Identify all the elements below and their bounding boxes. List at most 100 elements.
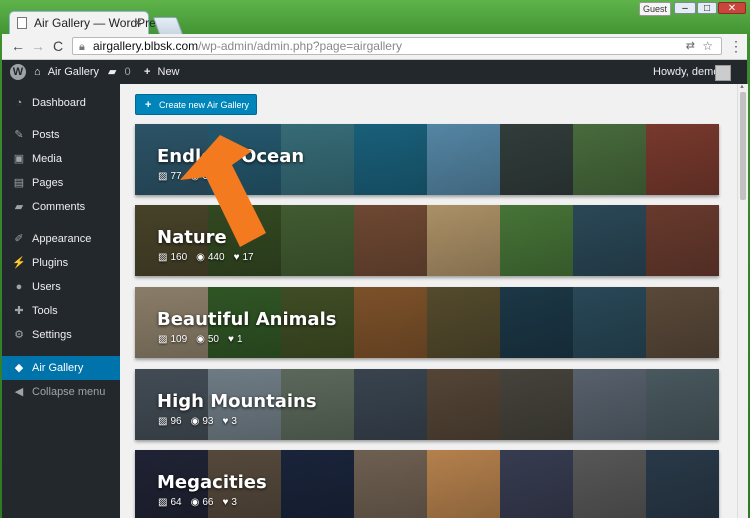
tab-close-icon[interactable]: × [134,15,142,30]
create-gallery-button[interactable]: + Create new Air Gallery [135,94,257,115]
new-tab-button[interactable] [152,17,184,35]
stat-likes-count: 1 [236,334,243,345]
wp-admin-sidebar: ◔ Dashboard ✎ Posts ▣ Media ▤ Pages ▰ Comments ✐ Ap… [2,84,126,518]
sidebar-item-label: Settings [32,329,72,341]
stat-likes-count: 3 [231,416,237,427]
eye-icon: ◉ [196,334,205,345]
account-greeting[interactable]: Howdy, demo [653,60,719,84]
comment-bubble-icon: ▰ [108,66,117,78]
browser-window: Air Gallery — WordPress × Guest – □ ✕ ← … [0,0,750,518]
sidebar-item-comments[interactable]: ▰ Comments [2,195,120,219]
sidebar-item-tools[interactable]: ✚ Tools [2,299,120,323]
sidebar-item-settings[interactable]: ⚙ Settings [2,323,120,347]
new-label: New [157,66,180,78]
address-bar[interactable]: 🔒︎ airgallery.blbsk.com/wp-admin/admin.p… [72,37,722,55]
gallery-card[interactable]: Beautiful Animals ▨ 109 ◉ 50 ♥ 1 [135,287,719,358]
maximize-icon[interactable]: □ [697,2,717,14]
pages-icon: ▤ [13,177,25,189]
site-name: Air Gallery [47,66,100,78]
stat-images-count: 160 [170,252,188,263]
stat-likes-count: 3 [231,497,237,508]
gallery-card[interactable]: Megacities ▨ 64 ◉ 66 ♥ 3 [135,450,719,518]
stat-views-count: 440 [207,252,225,263]
profile-guest-badge[interactable]: Guest [639,2,671,16]
plus-icon: + [145,99,152,111]
tab-title: Air Gallery — WordPress [34,16,168,30]
wordpress-logo-icon[interactable]: W [10,64,26,80]
stat-likes-count: 17 [242,252,254,263]
sidebar-item-collapse-menu[interactable]: ◀ Collapse menu [2,380,120,404]
sidebar-item-posts[interactable]: ✎ Posts [2,123,120,147]
plus-icon: + [144,66,151,78]
sidebar-item-label: Air Gallery [32,362,84,374]
scroll-up-arrow-icon[interactable]: ▲ [739,84,745,90]
heart-icon: ♥ [222,497,229,508]
gallery-stats: ▨ 160 ◉ 440 ♥ 17 [158,252,263,263]
settings-icon: ⚙ [14,329,24,341]
pin-icon: ✎ [14,129,24,141]
gallery-stats: ▨ 64 ◉ 66 ♥ 3 [158,497,246,508]
lock-icon: 🔒︎ [79,41,85,53]
site-name-link[interactable]: ⌂ Air Gallery [34,60,99,84]
browser-toolbar: ← → C 🔒︎ airgallery.blbsk.com/wp-admin/a… [2,34,747,60]
plug-icon: ⚡ [12,257,26,269]
close-window-icon[interactable]: ✕ [718,2,746,14]
sidebar-item-label: Appearance [32,233,92,245]
gallery-title: Beautiful Animals [157,309,337,330]
media-icon: ▣ [13,153,25,165]
new-content-link[interactable]: + New [144,60,180,84]
dashboard-icon: ◔ [15,97,23,109]
url-host: airgallery.blbsk.com [93,39,199,53]
stat-views-count: 66 [202,497,214,508]
image-icon: ▨ [158,334,168,345]
sidebar-item-air-gallery[interactable]: ◆ Air Gallery [2,356,126,380]
sidebar-item-pages[interactable]: ▤ Pages [2,171,120,195]
sidebar-item-label: Comments [32,201,86,213]
sidebar-item-appearance[interactable]: ✐ Appearance [2,227,120,251]
reload-icon[interactable]: C [50,38,66,54]
sidebar-item-media[interactable]: ▣ Media [2,147,120,171]
sidebar-item-label: Tools [32,305,58,317]
comments-link[interactable]: ▰ 0 [108,60,131,84]
url-path: /wp-admin/admin.php?page=airgallery [198,39,402,53]
comments-count: 0 [124,66,131,78]
annotation-arrow [180,135,266,247]
sidebar-item-label: Plugins [32,257,69,269]
page-scrollbar[interactable]: ▲ [737,84,748,518]
stat-images-count: 109 [170,334,188,345]
collapse-icon: ◀ [14,386,24,398]
heart-icon: ♥ [228,334,234,345]
sidebar-item-users[interactable]: ● Users [2,275,120,299]
url-text: airgallery.blbsk.com/wp-admin/admin.php?… [93,38,402,54]
comments-icon: ▰ [14,201,24,213]
sidebar-item-dashboard[interactable]: ◔ Dashboard [2,91,120,115]
minimize-icon[interactable]: – [674,2,696,14]
page-favicon-icon [17,17,27,29]
stat-views-count: 50 [207,334,219,345]
home-icon: ⌂ [34,66,41,78]
image-icon: ▨ [158,252,168,263]
browser-tab[interactable]: Air Gallery — WordPress × [9,11,168,34]
star-icon[interactable]: ☆ [702,38,713,54]
image-icon: ▨ [158,497,168,508]
users-icon: ● [15,281,23,293]
sidebar-item-label: Users [32,281,61,293]
stat-images-count: 96 [170,416,182,427]
forward-arrow-icon[interactable]: → [30,38,46,54]
brush-icon: ✐ [14,233,24,245]
heart-icon: ♥ [233,252,240,263]
wrench-icon: ✚ [14,305,24,317]
gallery-card[interactable]: High Mountains ▨ 96 ◉ 93 ♥ 3 [135,369,719,440]
sidebar-item-label: Collapse menu [32,386,106,398]
gallery-icon: ◆ [14,362,24,374]
back-arrow-icon[interactable]: ← [10,38,26,54]
scrollbar-thumb[interactable] [740,92,746,200]
avatar[interactable] [715,65,731,81]
stat-images-count: 64 [170,497,182,508]
menu-dots-icon[interactable]: ⋮ [729,38,743,55]
image-icon: ▨ [158,171,168,182]
sidebar-item-plugins[interactable]: ⚡ Plugins [2,251,120,275]
gallery-stats: ▨ 96 ◉ 93 ♥ 3 [158,416,246,427]
translate-icon[interactable]: ⇄ [686,38,695,54]
stat-views-count: 93 [202,416,214,427]
